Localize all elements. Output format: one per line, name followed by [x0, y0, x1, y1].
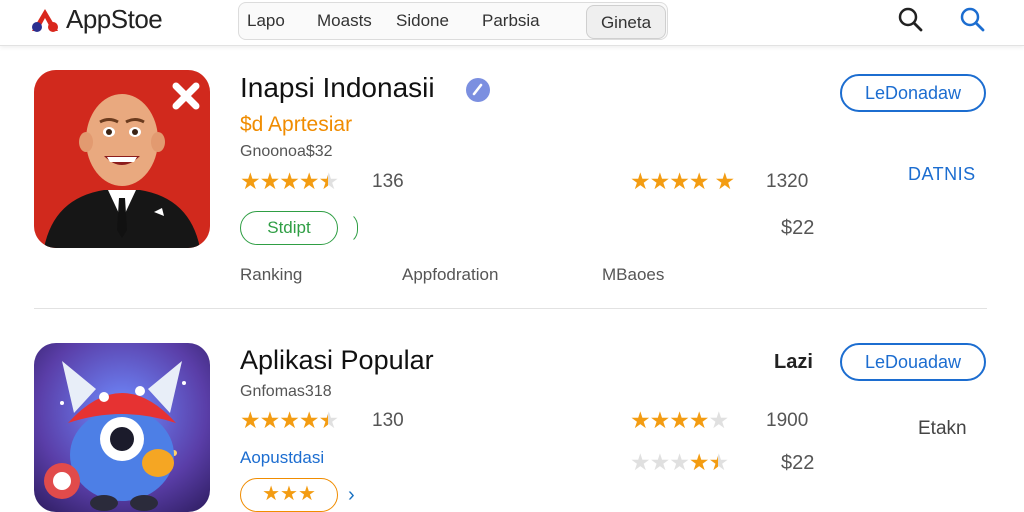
search-icon[interactable]	[958, 5, 986, 33]
app-title[interactable]: Aplikasi Popular	[240, 345, 434, 376]
top-bar: AppStoe Lapo Moasts Sidone Parbsia Ginet…	[0, 0, 1024, 46]
tab-parbsia[interactable]: Parbsia	[482, 11, 540, 31]
rating-stars: ★★★★★	[630, 407, 729, 433]
tab-moasts[interactable]: Moasts	[317, 11, 372, 31]
meta-mbaoes[interactable]: MBaoes	[602, 265, 664, 285]
tab-lapo[interactable]: Lapo	[247, 11, 285, 31]
status-chip[interactable]: Stdipt	[240, 211, 338, 245]
developer-name[interactable]: $d Aprtesiar	[240, 113, 352, 137]
meta-application[interactable]: Appfodration	[402, 265, 498, 285]
rating-stars: ★★★★★	[630, 168, 735, 194]
rating-stars: ★★★★★	[630, 449, 729, 475]
download-button[interactable]: LeDouadaw	[840, 343, 986, 381]
price: $22	[781, 217, 815, 239]
rating-count: 136	[372, 171, 404, 192]
category-tabs: Lapo Moasts Sidone Parbsia Gineta	[238, 2, 668, 40]
rating-stars: ★★★★★	[240, 168, 339, 194]
side-label[interactable]: DATNIS	[908, 164, 976, 185]
tab-sidone[interactable]: Sidone	[396, 11, 449, 31]
price: $22	[781, 452, 815, 474]
rating-chip[interactable]: ★★★	[240, 478, 338, 512]
app-icon-game-character[interactable]	[34, 343, 210, 512]
divider	[34, 308, 987, 309]
tab-gineta-active[interactable]: Gineta	[586, 5, 666, 39]
chevron-right-icon[interactable]: ›	[348, 484, 355, 507]
app-subtitle: Gnoonoa$32	[240, 143, 333, 160]
meta-ranking[interactable]: Ranking	[240, 265, 302, 285]
developer-name[interactable]: Aopustdasi	[240, 448, 324, 468]
review-count: 1900	[766, 410, 809, 431]
rating-stars: ★★★★★	[240, 407, 339, 433]
rating-count: 130	[372, 410, 404, 431]
verified-badge-icon	[466, 78, 490, 102]
chip-bracket	[344, 212, 358, 244]
brand[interactable]: AppStoe	[28, 4, 163, 35]
review-count: 1320	[766, 171, 809, 192]
download-button[interactable]: LeDonadaw	[840, 74, 986, 112]
app-store-logo-icon	[32, 8, 58, 32]
side-label-top[interactable]: Lazi	[774, 351, 813, 374]
app-icon-businessman[interactable]	[34, 70, 210, 248]
side-label[interactable]: Etakn	[918, 418, 967, 440]
app-title[interactable]: Inapsi Indonasii	[240, 72, 435, 104]
brand-name: AppStoe	[66, 4, 163, 34]
app-subtitle: Gnfomas318	[240, 383, 332, 400]
search-icon[interactable]	[896, 5, 924, 33]
